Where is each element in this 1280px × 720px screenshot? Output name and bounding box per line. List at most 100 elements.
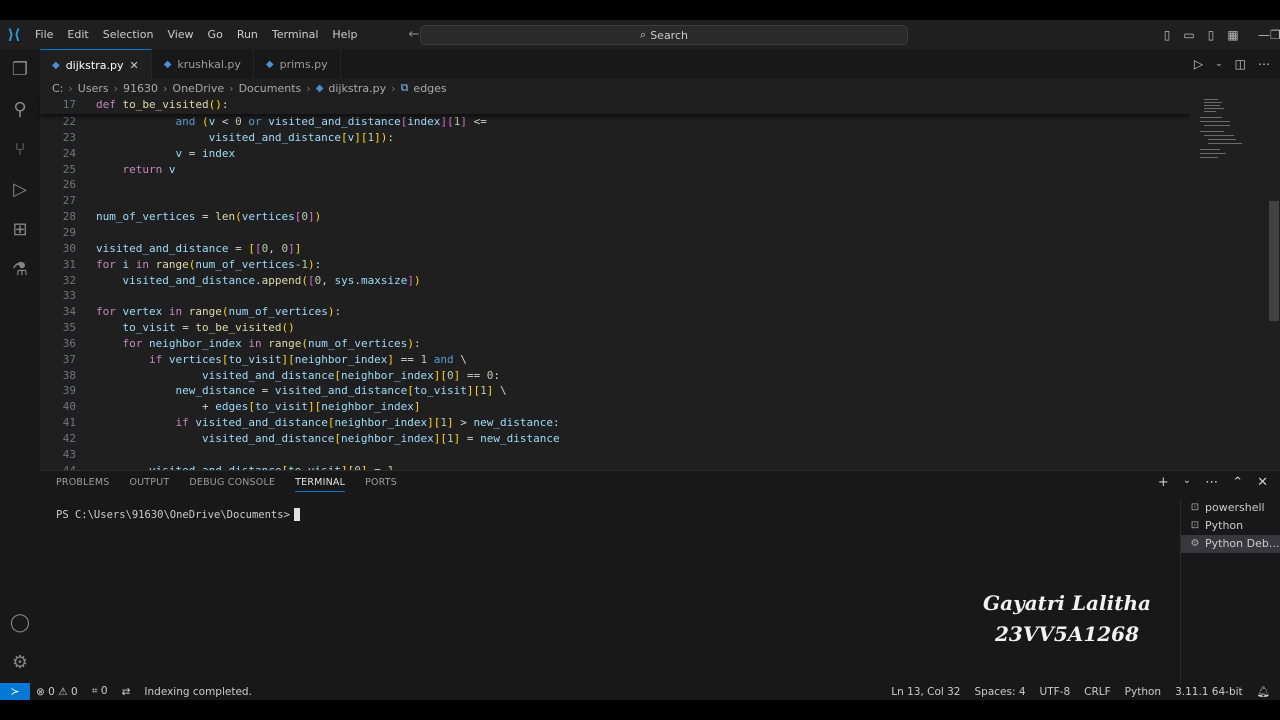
watermark-name: Gayatri Lalitha	[983, 591, 1151, 615]
menu-go[interactable]: Go	[201, 28, 230, 41]
author-watermark: Gayatri Lalitha 23VV5A1268	[948, 588, 1186, 650]
tab-terminal[interactable]: TERMINAL	[295, 477, 346, 492]
python-file-icon: ◆	[163, 58, 172, 70]
more-actions-icon[interactable]: ⋯	[1258, 57, 1270, 71]
toggle-panel-icon[interactable]: ▭	[1178, 28, 1200, 42]
line-number: 23	[62, 130, 76, 144]
notifications-bell-icon[interactable]: 🔔︎	[1257, 685, 1270, 698]
ports-count: 0	[100, 685, 108, 697]
menu-help[interactable]: Help	[325, 28, 364, 41]
more-actions-icon[interactable]: ⋯	[1205, 475, 1218, 490]
code-text: if vertices[to_visit][neighbor_index] ==…	[148, 352, 467, 366]
code-text: new_distance = visited_and_distance[to_v…	[175, 384, 507, 398]
search-view-icon[interactable]: ⚲	[9, 99, 31, 121]
sticky-scroll-header[interactable]: 17 def to_be_visited():	[40, 97, 1190, 114]
ports-indicator[interactable]: ⌗ 0	[92, 685, 108, 698]
code-line: 28 num_of_vertices = len(vertices[0])	[40, 209, 321, 225]
code-line: 26	[40, 177, 96, 193]
breadcrumb-users[interactable]: Users	[78, 82, 109, 95]
minimap[interactable]	[1190, 97, 1268, 470]
line-number: 29	[62, 225, 76, 239]
line-number: 24	[62, 146, 76, 160]
activity-bar: ❐ ⚲ ⑂ ▷ ⊞ ⚗ ◯ ⚙	[0, 49, 40, 683]
menu-terminal[interactable]: Terminal	[265, 28, 326, 41]
terminal-icon: ⊡	[1190, 520, 1200, 531]
line-number: 36	[62, 336, 76, 350]
terminal-item-label: Python Deb...	[1205, 537, 1280, 550]
source-control-icon[interactable]: ⑂	[9, 139, 31, 161]
back-arrow-icon[interactable]: ←	[408, 27, 419, 42]
tab-dijkstra[interactable]: ◆ dijkstra.py ✕	[40, 49, 152, 80]
code-line: 27	[40, 193, 96, 209]
menu-bar: File Edit Selection View Go Run Terminal…	[28, 28, 364, 41]
remote-indicator-icon[interactable]: ≻	[0, 683, 30, 700]
code-text: return v	[122, 162, 176, 176]
menu-view[interactable]: View	[160, 28, 200, 41]
code-text: visited_and_distance[neighbor_index][1] …	[201, 432, 560, 445]
minimap-line	[1200, 121, 1230, 122]
line-number: 40	[62, 400, 76, 414]
breadcrumb-file[interactable]: dijkstra.py	[328, 82, 386, 95]
extensions-icon[interactable]: ⊞	[9, 219, 31, 241]
terminal-item-python-debug[interactable]: ⚙ Python Deb...	[1181, 535, 1280, 553]
breadcrumb-documents[interactable]: Documents	[239, 82, 302, 95]
maximize-panel-icon[interactable]: ⌃	[1232, 475, 1243, 490]
manage-gear-icon[interactable]: ⚙	[9, 652, 31, 674]
toggle-primary-sidebar-icon[interactable]: ▯	[1156, 28, 1178, 42]
testing-icon[interactable]: ⚗	[9, 259, 31, 281]
terminal-icon: ⊡	[1190, 502, 1200, 513]
command-center-search[interactable]: ⌕ Search	[420, 25, 908, 45]
breadcrumb-user[interactable]: 91630	[123, 82, 158, 95]
customize-layout-icon[interactable]: ▦	[1222, 28, 1244, 42]
code-editor[interactable]: 22 and (v < 0 or visited_and_distance[in…	[40, 97, 1268, 470]
scrollbar-thumb[interactable]	[1269, 201, 1279, 321]
new-terminal-plus-icon[interactable]: +	[1158, 475, 1169, 490]
tab-prims[interactable]: ◆ prims.py	[254, 49, 341, 79]
menu-edit[interactable]: Edit	[60, 28, 95, 41]
split-editor-icon[interactable]: ◫	[1235, 57, 1246, 71]
tab-debug-console[interactable]: DEBUG CONSOLE	[189, 477, 275, 492]
breadcrumb-onedrive[interactable]: OneDrive	[172, 82, 224, 95]
minimap-line	[1200, 131, 1224, 132]
menu-file[interactable]: File	[28, 28, 60, 41]
line-number: 30	[62, 241, 76, 255]
end-of-line[interactable]: CRLF	[1084, 686, 1111, 698]
language-mode[interactable]: Python	[1125, 686, 1161, 698]
code-line: 30 visited_and_distance = [[0, 0]]	[40, 241, 302, 257]
code-text: for neighbor_index in range(num_of_verti…	[122, 336, 421, 350]
minimap-line	[1204, 125, 1230, 126]
code-text: v = index	[175, 146, 236, 160]
minimize-icon[interactable]: —	[1258, 28, 1270, 42]
encoding[interactable]: UTF-8	[1040, 686, 1071, 698]
account-icon[interactable]: ◯	[9, 612, 31, 634]
minimap-line	[1204, 102, 1222, 103]
live-share-icon[interactable]: ⇄	[122, 686, 131, 698]
menu-selection[interactable]: Selection	[96, 28, 161, 41]
code-text: for vertex in range(num_of_vertices):	[96, 305, 342, 319]
menu-run[interactable]: Run	[230, 28, 265, 41]
terminal-output[interactable]: PS C:\Users\91630\OneDrive\Documents>	[56, 508, 300, 521]
breadcrumb-symbol[interactable]: edges	[413, 82, 446, 95]
breadcrumb-drive[interactable]: C:	[52, 82, 63, 95]
editor-scrollbar[interactable]	[1268, 97, 1280, 470]
code-line: 23 visited_and_distance[v][1]):	[40, 130, 394, 146]
close-panel-icon[interactable]: ✕	[1257, 475, 1268, 490]
terminal-item-python[interactable]: ⊡ Python	[1181, 517, 1280, 535]
chevron-down-icon[interactable]: ⌄	[1183, 475, 1191, 490]
problems-indicator[interactable]: ⊗ 0 ⚠ 0	[36, 686, 78, 698]
restore-icon[interactable]: ❐	[1270, 28, 1280, 42]
run-debug-icon[interactable]: ▷	[9, 179, 31, 201]
chevron-down-icon[interactable]: ⌄	[1215, 59, 1223, 69]
terminal-item-powershell[interactable]: ⊡ powershell	[1181, 499, 1280, 517]
close-tab-icon[interactable]: ✕	[129, 59, 138, 72]
tab-problems[interactable]: PROBLEMS	[56, 477, 109, 492]
run-python-file-icon[interactable]: ▷	[1194, 57, 1203, 71]
cursor-position[interactable]: Ln 13, Col 32	[891, 686, 960, 698]
indentation[interactable]: Spaces: 4	[974, 686, 1025, 698]
python-interpreter[interactable]: 3.11.1 64-bit	[1175, 686, 1243, 698]
tab-output[interactable]: OUTPUT	[129, 477, 169, 492]
explorer-icon[interactable]: ❐	[9, 59, 31, 81]
toggle-secondary-sidebar-icon[interactable]: ▯	[1200, 28, 1222, 42]
tab-krushkal[interactable]: ◆ krushkal.py	[152, 49, 254, 79]
tab-ports[interactable]: PORTS	[365, 477, 397, 492]
